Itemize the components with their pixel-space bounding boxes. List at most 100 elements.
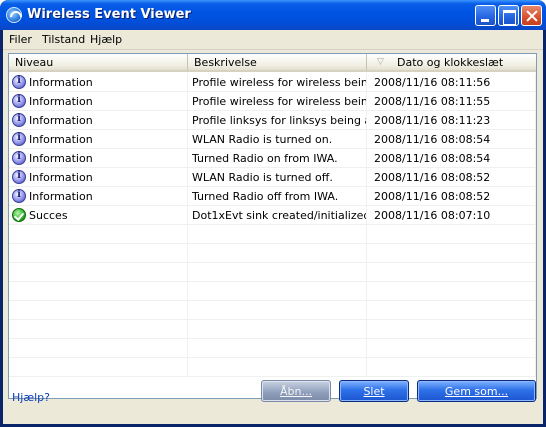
window-title: Wireless Event Viewer [27,7,191,22]
cell-datetime: 2008/11/16 08:11:23 [367,111,536,129]
level-text: Succes [29,209,68,222]
save-as-button[interactable]: Gem som... [417,380,536,402]
column-header-level[interactable]: Niveau [9,54,188,70]
list-rows: Information Profile wireless for wireless… [9,73,536,377]
empty-cell [9,320,188,338]
level-text: Information [29,114,93,127]
open-button[interactable]: Åbn... [261,380,331,402]
cell-level: Information [9,187,188,205]
list-header: Niveau Beskrivelse ▽ Dato og klokkeslæt [9,54,536,72]
column-header-description[interactable]: Beskrivelse [188,54,367,70]
empty-cell [9,225,188,243]
level-text: Information [29,152,93,165]
cell-level: Information [9,149,188,167]
empty-cell [9,263,188,281]
sort-descending-icon: ▽ [377,57,384,67]
empty-cell [9,339,188,357]
info-icon [12,113,26,127]
app-window: Wireless Event Viewer Filer Tilstand Hjæ… [0,0,546,427]
cell-description: Turned Radio on from IWA. [188,149,367,167]
cell-datetime: 2008/11/16 08:11:56 [367,73,536,91]
menu-state[interactable]: Tilstand [42,33,85,46]
cell-level: Information [9,111,188,129]
empty-cell [188,320,367,338]
help-link[interactable]: Hjælp? [12,391,50,404]
level-text: Information [29,171,93,184]
cell-description: WLAN Radio is turned on. [188,130,367,148]
cell-datetime: 2008/11/16 08:08:54 [367,149,536,167]
info-icon [12,94,26,108]
cell-datetime: 2008/11/16 08:08:52 [367,168,536,186]
empty-cell [9,301,188,319]
cell-datetime: 2008/11/16 08:08:52 [367,187,536,205]
minimize-button[interactable] [475,5,496,26]
empty-cell [188,244,367,262]
column-header-datetime-label: Dato og klokkeslæt [397,56,504,69]
table-row[interactable]: Information WLAN Radio is turned off.2008… [9,168,536,187]
cell-level: Succes [9,206,188,224]
column-header-datetime[interactable]: ▽ Dato og klokkeslæt [367,54,536,70]
cell-level: Information [9,73,188,91]
table-row[interactable]: Information Turned Radio off from IWA.200… [9,187,536,206]
table-row[interactable]: Information Profile wireless for wireless… [9,73,536,92]
window-client: Filer Tilstand Hjælp Niveau Beskrivelse … [3,30,543,424]
empty-row [9,263,536,282]
empty-cell [367,358,536,376]
cell-description: WLAN Radio is turned off. [188,168,367,186]
empty-cell [188,358,367,376]
empty-cell [367,282,536,300]
cell-datetime: 2008/11/16 08:08:54 [367,130,536,148]
empty-cell [367,244,536,262]
empty-cell [367,320,536,338]
cell-description: Profile wireless for wireless being ... [188,73,367,91]
empty-row [9,282,536,301]
table-row[interactable]: Information Turned Radio on from IWA.2008… [9,149,536,168]
empty-cell [9,358,188,376]
level-text: Information [29,95,93,108]
cell-description: Dot1xEvt sink created/initialized ... [188,206,367,224]
cell-datetime: 2008/11/16 08:07:10 [367,206,536,224]
level-text: Information [29,133,93,146]
empty-cell [367,301,536,319]
empty-cell [188,225,367,243]
empty-row [9,225,536,244]
close-button[interactable] [521,5,542,26]
empty-cell [188,339,367,357]
info-icon [12,132,26,146]
empty-row [9,320,536,339]
cell-description: Profile wireless for wireless being ... [188,92,367,110]
info-icon [12,170,26,184]
title-bar[interactable]: Wireless Event Viewer [0,0,546,30]
menu-help[interactable]: Hjælp [90,33,122,46]
empty-row [9,358,536,377]
cell-description: Turned Radio off from IWA. [188,187,367,205]
empty-cell [188,282,367,300]
maximize-button[interactable] [498,5,519,26]
cell-description: Profile linksys for linksys being ap... [188,111,367,129]
empty-cell [367,263,536,281]
menu-bar: Filer Tilstand Hjælp [3,30,543,50]
table-row[interactable]: Information Profile wireless for wireless… [9,92,536,111]
cell-datetime: 2008/11/16 08:11:55 [367,92,536,110]
wireless-app-icon [6,7,22,23]
menu-file[interactable]: Filer [9,33,32,46]
level-text: Information [29,76,93,89]
empty-cell [367,225,536,243]
empty-cell [188,263,367,281]
event-list[interactable]: Niveau Beskrivelse ▽ Dato og klokkeslæt … [8,53,537,399]
table-row[interactable]: Information Profile linksys for linksys b… [9,111,536,130]
empty-cell [367,339,536,357]
success-check-icon [12,208,26,222]
empty-row [9,244,536,263]
info-icon [12,189,26,203]
empty-row [9,339,536,358]
table-row[interactable]: Information WLAN Radio is turned on.2008/… [9,130,536,149]
info-icon [12,75,26,89]
empty-cell [188,301,367,319]
empty-cell [9,282,188,300]
level-text: Information [29,190,93,203]
delete-button[interactable]: Slet [339,380,409,402]
empty-row [9,301,536,320]
table-row[interactable]: Succes Dot1xEvt sink created/initialized … [9,206,536,225]
empty-cell [9,244,188,262]
